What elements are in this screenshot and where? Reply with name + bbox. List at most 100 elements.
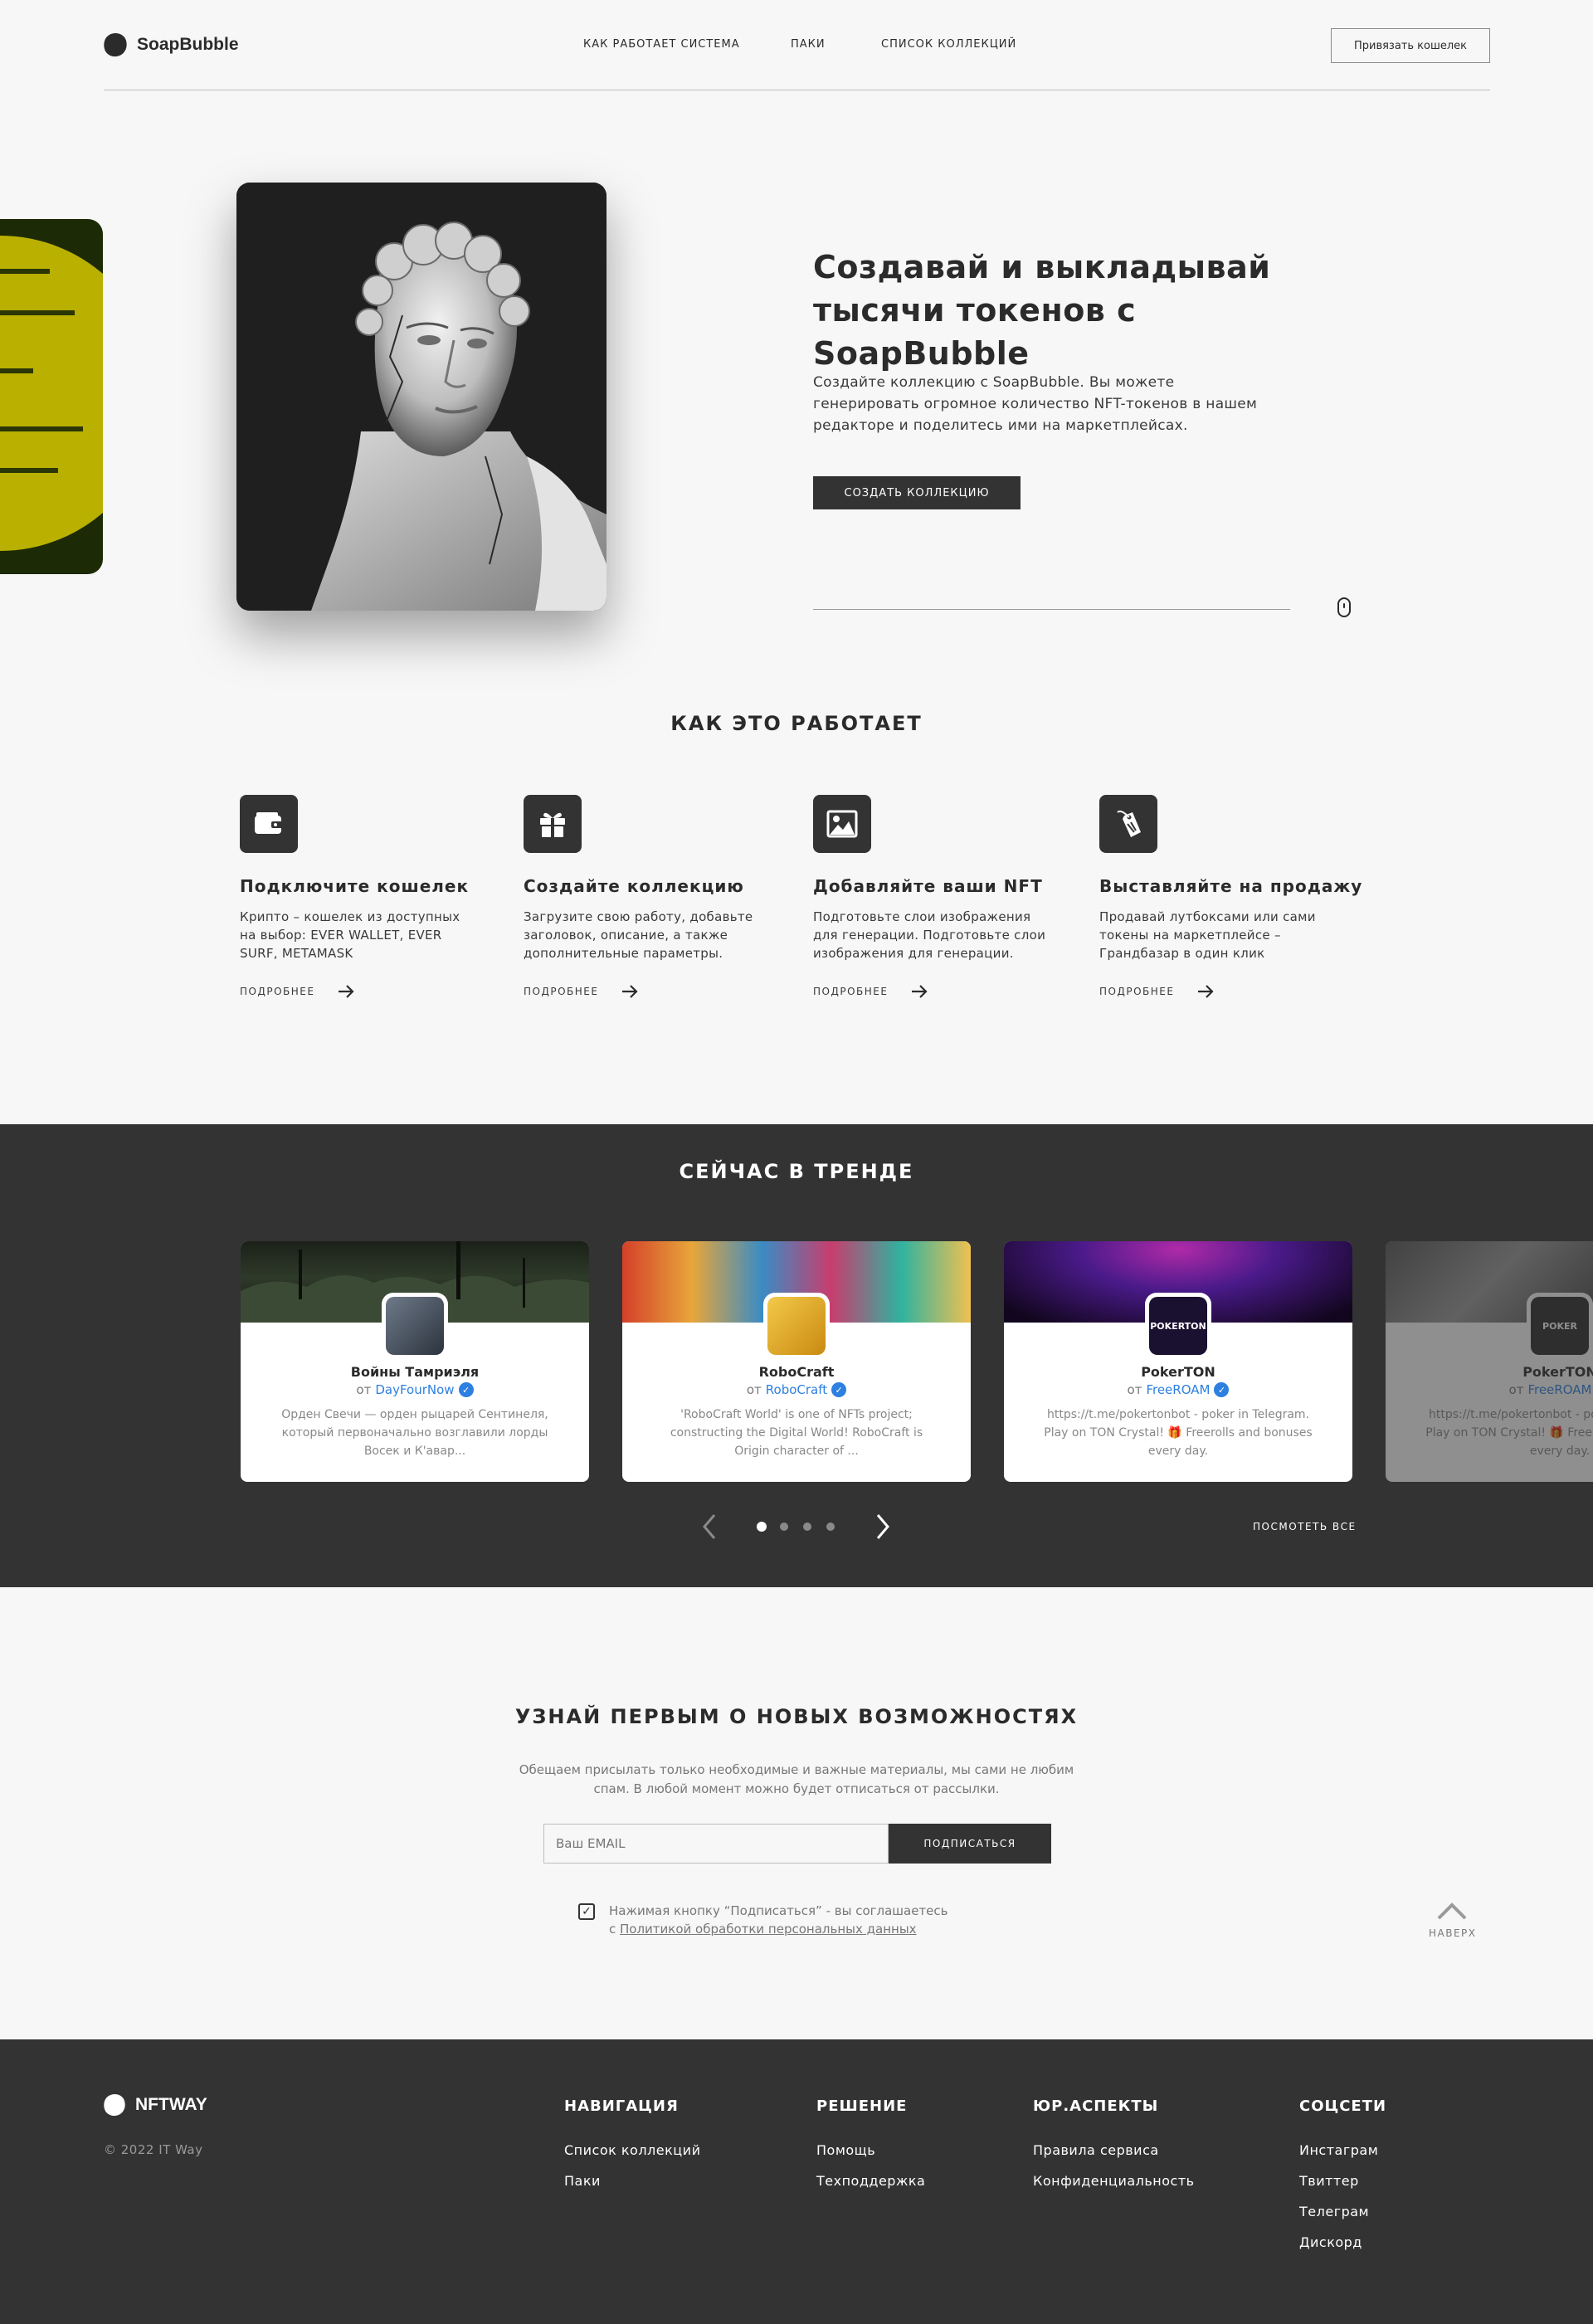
side-card-stripe: [0, 468, 58, 473]
arrow-right-icon: [912, 985, 928, 998]
step-more-label: ПОДРОБНЕЕ: [813, 986, 889, 997]
header-logo[interactable]: SoapBubble: [100, 30, 239, 60]
hero-artwork-card: [236, 183, 607, 611]
collection-author-link[interactable]: DayFourNow: [375, 1382, 454, 1397]
footer-column-title: ЮР.АСПЕКТЫ: [1033, 2097, 1159, 2115]
verified-icon: ✓: [458, 1382, 474, 1397]
footer-link[interactable]: Конфиденциальность: [1033, 2173, 1195, 2189]
carousel-prev-icon[interactable]: [701, 1513, 718, 1540]
step-title: Добавляйте ваши NFT: [813, 876, 1043, 896]
footer-logo-text: NFTWAY: [135, 2095, 207, 2114]
footer-link[interactable]: Техподдержка: [816, 2173, 925, 2189]
footer-column-title: НАВИГАЦИЯ: [564, 2097, 679, 2115]
arrow-right-icon: [622, 985, 639, 998]
how-it-works-title: КАК ЭТО РАБОТАЕТ: [670, 712, 923, 735]
collection-card[interactable]: RoboCraft от RoboCraft ✓ 'RoboCraft Worl…: [622, 1241, 971, 1482]
wallet-icon: [240, 795, 298, 853]
collection-author-link[interactable]: FreeROAM: [1527, 1382, 1591, 1397]
step-more-link[interactable]: ПОДРОБНЕЕ: [1099, 984, 1215, 999]
image-icon: [813, 795, 871, 853]
collection-author-link[interactable]: RoboCraft: [766, 1382, 827, 1397]
footer-link[interactable]: Правила сервиса: [1033, 2142, 1159, 2158]
logo-bubble-icon: [100, 30, 130, 60]
side-card-stripe: [0, 368, 33, 373]
footer-link[interactable]: Телеграм: [1299, 2204, 1369, 2219]
step-description: Крипто – кошелек из доступных на выбор: …: [240, 909, 460, 961]
scroll-to-top-link[interactable]: НАВЕРХ: [1429, 1927, 1477, 1939]
verified-icon: ✓: [831, 1382, 847, 1397]
step-title: Выставляйте на продажу: [1099, 876, 1363, 896]
step-more-link[interactable]: ПОДРОБНЕЕ: [524, 984, 639, 999]
side-card-stripe: [0, 310, 75, 315]
collection-byline: от RoboCraft ✓: [622, 1382, 971, 1397]
collection-avatar: POKERTON: [1145, 1293, 1211, 1359]
footer-logo[interactable]: NFTWAY: [100, 2091, 207, 2119]
nav-collections[interactable]: СПИСОК КОЛЛЕКЦИЙ: [881, 38, 1016, 51]
carousel-dot-active[interactable]: [757, 1522, 767, 1532]
collection-avatar: [382, 1293, 448, 1359]
hero-title: Создавай и выкладывай тысячи токенов с S…: [813, 249, 1271, 372]
collection-card[interactable]: Войны Тамриэля от DayFourNow ✓ Орден Све…: [241, 1241, 589, 1482]
carousel-dot[interactable]: [803, 1523, 811, 1531]
step-more-label: ПОДРОБНЕЕ: [240, 986, 315, 997]
step-more-label: ПОДРОБНЕЕ: [1099, 986, 1175, 997]
carousel-dot[interactable]: [826, 1523, 835, 1531]
consent-checkbox[interactable]: ✓: [578, 1903, 595, 1920]
create-collection-button[interactable]: СОЗДАТЬ КОЛЛЕКЦИЮ: [813, 476, 1021, 509]
hero-description: Создайте коллекцию с SoapBubble. Вы може…: [813, 374, 1258, 434]
footer-link[interactable]: Помощь: [816, 2142, 875, 2158]
step-more-label: ПОДРОБНЕЕ: [524, 986, 599, 997]
footer-column-title: РЕШЕНИЕ: [816, 2097, 908, 2115]
gift-icon: [524, 795, 582, 853]
collection-description: 'RoboCraft World' is one of NFTs project…: [670, 1408, 923, 1458]
consent-text: Нажимая кнопку “Подписаться” - вы соглаш…: [609, 1903, 948, 1937]
step-description: Продавай лутбоксами или сами токены на м…: [1099, 909, 1316, 961]
side-card-stripe: [0, 269, 50, 274]
hero-divider: [813, 609, 1290, 610]
subscribe-button[interactable]: ПОДПИСАТЬСЯ: [889, 1824, 1051, 1864]
collection-name: PokerTON: [1522, 1364, 1593, 1380]
collection-byline: от DayFourNow ✓: [241, 1382, 589, 1397]
step-title: Создайте коллекцию: [524, 876, 744, 896]
copyright: © 2022 IT Way: [104, 2142, 203, 2157]
footer-link[interactable]: Список коллекций: [564, 2142, 700, 2158]
trending-title: СЕЙЧАС В ТРЕНДЕ: [679, 1160, 914, 1183]
collection-name: PokerTON: [1141, 1364, 1215, 1380]
footer-link[interactable]: Твиттер: [1299, 2173, 1359, 2189]
footer-link[interactable]: Дискорд: [1299, 2234, 1362, 2250]
scroll-mouse-icon[interactable]: [1337, 597, 1351, 617]
side-card-stripe: [0, 426, 83, 431]
step-description: Загрузите свою работу, добавьте заголово…: [524, 909, 753, 961]
carousel-next-icon[interactable]: [874, 1513, 891, 1540]
privacy-policy-link[interactable]: Политикой обработки персональных данных: [620, 1922, 917, 1937]
arrow-right-icon: [339, 985, 355, 998]
step-title: Подключите кошелек: [240, 876, 470, 896]
footer-column-title: СОЦСЕТИ: [1299, 2097, 1387, 2115]
collection-description: Орден Свечи — орден рыцарей Сентинеля, к…: [281, 1408, 548, 1458]
nav-how-it-works[interactable]: КАК РАБОТАЕТ СИСТЕМА: [583, 38, 740, 51]
collection-author-link[interactable]: FreeROAM: [1146, 1382, 1210, 1397]
collection-description: https://t.me/pokertonbot - poker in Tele…: [1425, 1408, 1593, 1458]
collection-description: https://t.me/pokertonbot - poker in Tele…: [1044, 1408, 1313, 1458]
collection-card[interactable]: POKER PokerTON от FreeROAM ✓ https://t.m…: [1386, 1241, 1593, 1482]
carousel-dot[interactable]: [780, 1523, 788, 1531]
see-all-link[interactable]: ПОСМОТЕТЬ ВСЕ: [1253, 1521, 1357, 1532]
footer-link[interactable]: Паки: [564, 2173, 601, 2189]
collection-name: RoboCraft: [758, 1364, 835, 1380]
footer-link[interactable]: Инстаграм: [1299, 2142, 1378, 2158]
connect-wallet-button[interactable]: Привязать кошелек: [1331, 28, 1490, 63]
chevron-up-icon[interactable]: [1435, 1900, 1469, 1922]
step-more-link[interactable]: ПОДРОБНЕЕ: [240, 984, 355, 999]
email-field[interactable]: [543, 1824, 889, 1864]
nav-packs[interactable]: ПАКИ: [791, 38, 826, 51]
collection-avatar: POKER: [1527, 1293, 1593, 1359]
side-collection-card[interactable]: [0, 219, 103, 574]
david-statue-illustration: [236, 183, 607, 611]
collection-avatar: [763, 1293, 830, 1359]
logo-text: SoapBubble: [137, 35, 239, 54]
collection-name: Войны Тамриэля: [350, 1364, 480, 1380]
collection-byline: от FreeROAM ✓: [1508, 1382, 1592, 1397]
collection-card[interactable]: POKERTON PokerTON от FreeROAM ✓ https://…: [1004, 1241, 1352, 1482]
step-more-link[interactable]: ПОДРОБНЕЕ: [813, 984, 928, 999]
collection-byline: от FreeROAM ✓: [1004, 1382, 1352, 1397]
